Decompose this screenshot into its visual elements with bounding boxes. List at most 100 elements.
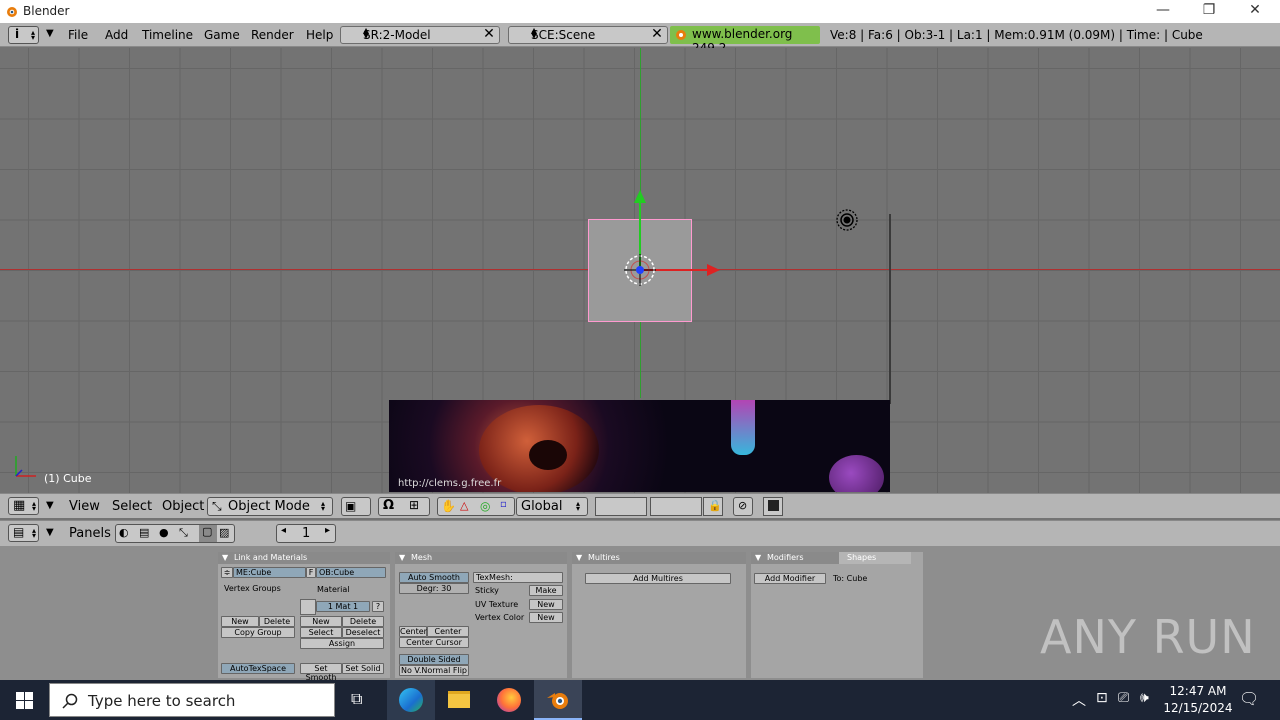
screen-selector[interactable]: ▴ ▾ SR:2-Model ✕: [340, 24, 500, 44]
new-vgroup-button[interactable]: New: [221, 616, 259, 627]
taskbar-clock[interactable]: 12:47 AM 12/15/2024: [1160, 683, 1236, 717]
no-vnormal-flip-toggle[interactable]: No V.Normal Flip: [399, 665, 469, 676]
editing-icon[interactable]: ▢: [199, 525, 217, 542]
deselect-material-button[interactable]: Deselect: [342, 627, 384, 638]
menu-object[interactable]: Object: [162, 499, 204, 514]
lamp-icon[interactable]: [834, 207, 860, 233]
menu-render[interactable]: Render: [251, 28, 294, 42]
add-multires-button[interactable]: Add Multires: [585, 573, 731, 584]
blender-url-link[interactable]: www.blender.org 249.2: [670, 26, 820, 55]
texmesh-field[interactable]: TexMesh:: [473, 572, 563, 583]
menu-game[interactable]: Game: [204, 28, 240, 42]
shapes-tab[interactable]: Shapes: [839, 552, 911, 564]
taskbar-edge[interactable]: [387, 680, 435, 720]
menu-help[interactable]: Help: [306, 28, 333, 42]
close-window-button[interactable]: ✕: [1240, 2, 1270, 20]
object-icon[interactable]: ⤡: [179, 526, 188, 540]
layer-buttons-1[interactable]: [595, 497, 647, 516]
script-icon[interactable]: ▤: [139, 526, 149, 539]
material-color-swatch[interactable]: [300, 599, 316, 615]
show-hidden-icons-icon[interactable]: ︿: [1072, 690, 1086, 710]
draw-type-menu[interactable]: ▣: [341, 497, 371, 516]
make-sticky-button[interactable]: Make: [529, 585, 563, 596]
new-vertex-color-button[interactable]: New: [529, 612, 563, 623]
volume-icon[interactable]: 🕪: [1140, 690, 1149, 706]
mesh-name-field[interactable]: ME:Cube: [233, 567, 306, 578]
manipulator-buttons[interactable]: ✋ △ ◎ ▫: [437, 497, 515, 516]
menu-timeline[interactable]: Timeline: [142, 28, 193, 42]
pivot-menu[interactable]: Ω ⊞: [378, 497, 430, 516]
taskbar-firefox[interactable]: [485, 680, 533, 720]
taskbar-search-box[interactable]: Type here to search: [49, 683, 335, 717]
taskbar-blender[interactable]: [534, 680, 582, 720]
window-type-menu[interactable]: i ▴ ▾: [8, 26, 39, 44]
transform-manipulator[interactable]: [610, 183, 730, 303]
scene-icon[interactable]: ▨: [219, 526, 229, 539]
panel-title[interactable]: ▼ Link and Materials: [218, 552, 390, 564]
task-view-button[interactable]: ⧉: [336, 680, 384, 720]
orientation-selector[interactable]: Global ▴ ▾: [516, 497, 588, 516]
collapse-menu-icon[interactable]: ▼: [46, 500, 54, 511]
right-arrow-icon[interactable]: ▸: [325, 525, 330, 536]
mesh-browse-icon[interactable]: ≑: [221, 567, 233, 578]
view-type-menu[interactable]: ▦ ▴ ▾: [8, 497, 39, 515]
copy-group-button[interactable]: Copy Group: [221, 627, 295, 638]
modifiers-tab[interactable]: ▼ Modifiers: [751, 552, 839, 564]
left-arrow-icon[interactable]: ◂: [281, 525, 286, 536]
delete-screen-button[interactable]: ✕: [479, 26, 499, 44]
translate-icon[interactable]: △: [460, 499, 468, 512]
hand-icon[interactable]: ✋: [441, 499, 456, 513]
new-material-button[interactable]: New: [300, 616, 342, 627]
delete-vgroup-button[interactable]: Delete: [259, 616, 295, 627]
menu-view[interactable]: View: [69, 499, 100, 514]
proportional-edit-icon[interactable]: ⊘: [733, 497, 753, 516]
layer-buttons-2[interactable]: [650, 497, 702, 516]
set-smooth-button[interactable]: Set Smooth: [300, 663, 342, 682]
tray-device-icon[interactable]: ⊡: [1096, 690, 1108, 706]
select-material-button[interactable]: Select: [300, 627, 342, 638]
scale-icon[interactable]: ▫: [500, 499, 507, 510]
auto-smooth-toggle[interactable]: Auto Smooth: [399, 572, 469, 583]
double-sided-toggle[interactable]: Double Sided: [399, 654, 469, 665]
panel-title[interactable]: ▼ Multires: [572, 552, 746, 564]
add-modifier-button[interactable]: Add Modifier: [754, 573, 826, 584]
assign-material-button[interactable]: Assign: [300, 638, 384, 649]
network-icon[interactable]: ⎚: [1118, 690, 1129, 706]
render-preview-icon[interactable]: [763, 497, 783, 516]
panel-title[interactable]: ▼ Mesh: [395, 552, 567, 564]
lock-icon[interactable]: 🔒: [703, 497, 723, 516]
new-uv-button[interactable]: New: [529, 599, 563, 610]
taskbar-file-explorer[interactable]: [435, 680, 483, 720]
delete-material-button[interactable]: Delete: [342, 616, 384, 627]
buttons-type-menu[interactable]: ▤ ▴ ▾: [8, 524, 39, 542]
scene-selector[interactable]: ▴ ▾ SCE:Scene ✕: [508, 24, 668, 44]
menu-file[interactable]: File: [68, 28, 88, 42]
collapse-menu-icon[interactable]: ▼: [46, 28, 54, 39]
restore-button[interactable]: ❐: [1194, 2, 1224, 20]
menu-select[interactable]: Select: [112, 499, 152, 514]
delete-scene-button[interactable]: ✕: [647, 26, 667, 44]
fake-user-button[interactable]: F: [306, 567, 316, 578]
autotexspace-toggle[interactable]: AutoTexSpace: [221, 663, 295, 674]
center-new-button[interactable]: Center Ne: [427, 626, 469, 645]
center-cursor-button[interactable]: Center Cursor: [399, 637, 469, 648]
object-name-field[interactable]: OB:Cube: [316, 567, 386, 578]
set-solid-button[interactable]: Set Solid: [342, 663, 384, 674]
collapse-panel-icon[interactable]: ▼: [576, 552, 582, 564]
collapse-panel-icon[interactable]: ▼: [755, 552, 761, 564]
shading-icon[interactable]: ●: [159, 526, 169, 539]
material-help-button[interactable]: ?: [372, 601, 384, 612]
material-index-field[interactable]: 1 Mat 1: [316, 601, 370, 612]
minimize-button[interactable]: —: [1148, 2, 1178, 20]
logic-icon[interactable]: ◐: [119, 526, 129, 539]
start-button[interactable]: [0, 680, 48, 720]
collapse-menu-icon[interactable]: ▼: [46, 527, 54, 538]
rotate-icon[interactable]: ◎: [480, 499, 490, 513]
collapse-panel-icon[interactable]: ▼: [399, 552, 405, 564]
center-button[interactable]: Center: [399, 626, 427, 637]
notifications-icon[interactable]: 🗨: [1239, 689, 1259, 708]
context-buttons[interactable]: ◐ ▤ ● ⤡ ▢ ▨: [115, 524, 235, 543]
frame-field[interactable]: ◂ 1 ▸: [276, 524, 336, 543]
menu-add[interactable]: Add: [105, 28, 128, 42]
collapse-panel-icon[interactable]: ▼: [222, 552, 228, 564]
